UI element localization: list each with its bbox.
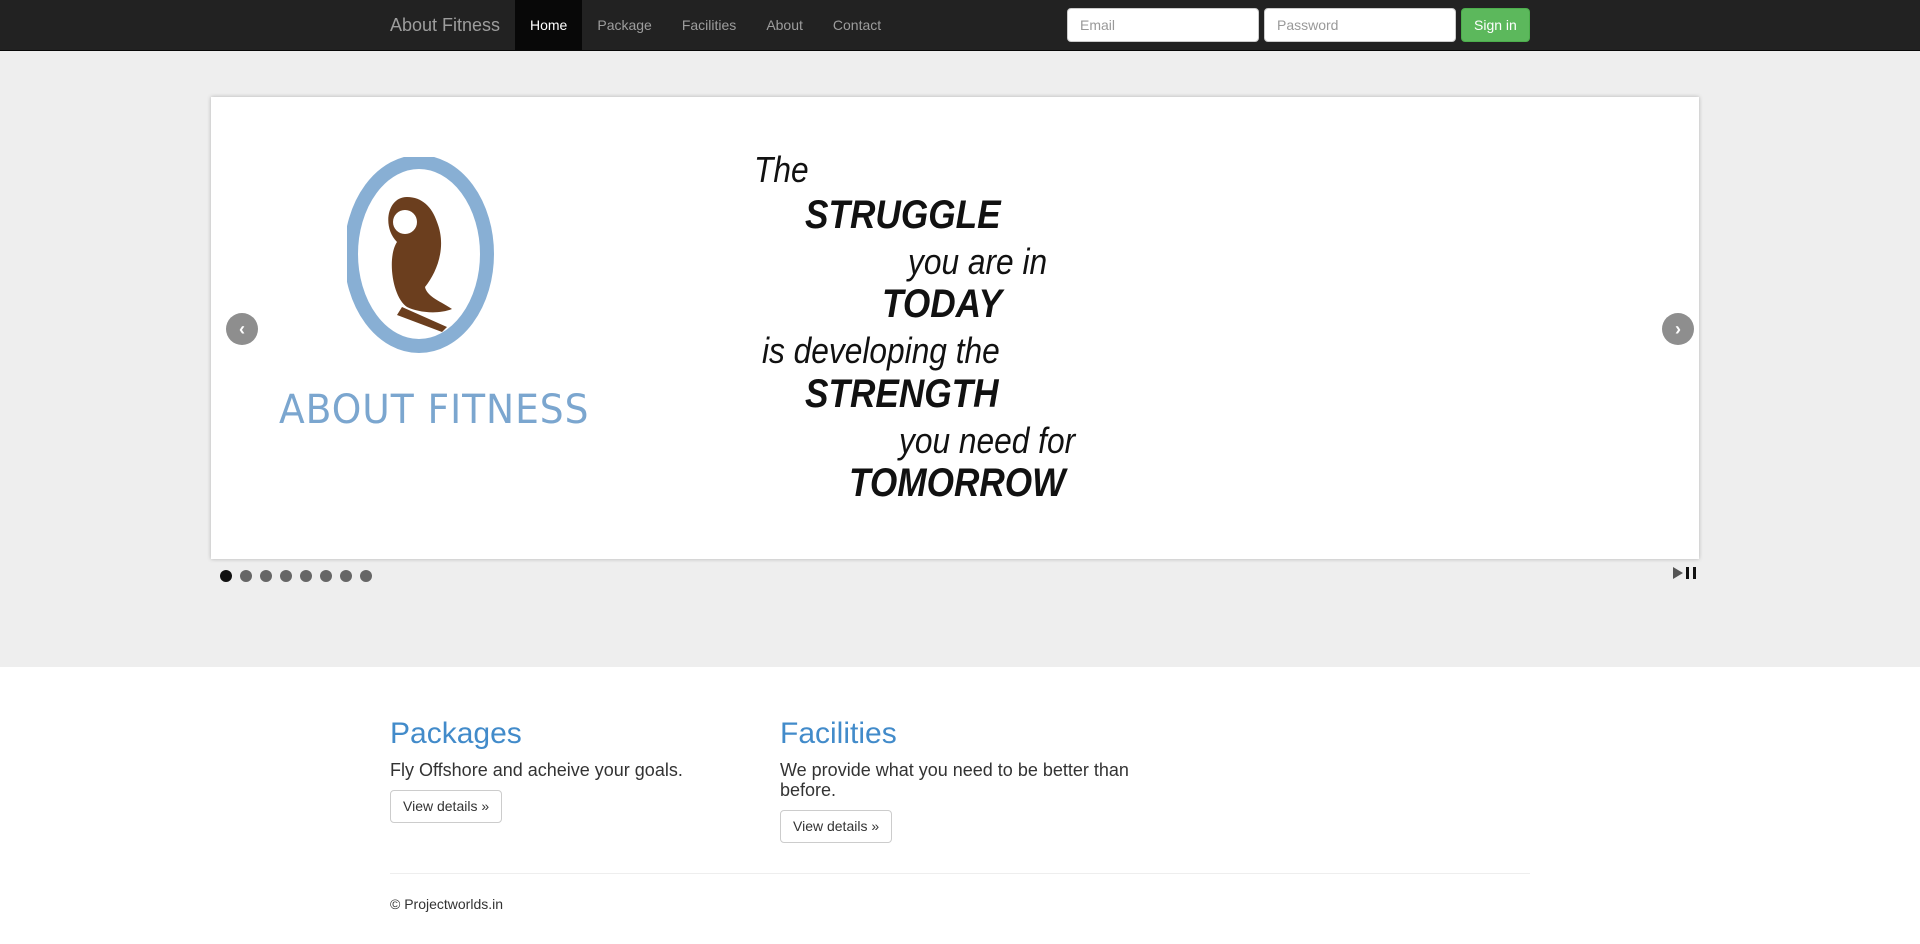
view-details-button[interactable]: View details » — [780, 810, 893, 843]
slider-next-button[interactable]: › — [1662, 313, 1694, 345]
pause-icon[interactable] — [1686, 567, 1696, 579]
nav-item-home[interactable]: Home — [515, 0, 583, 51]
quote-line: you are in — [908, 241, 1048, 282]
slider-prev-button[interactable]: ‹ — [226, 313, 258, 345]
jumbotron: ABOUT FITNESS The STRUGGLE you are in TO… — [0, 51, 1920, 667]
slider-dot[interactable] — [300, 570, 312, 582]
slide-quote: The STRUGGLE you are in TODAY is develop… — [211, 97, 1699, 559]
nav-item-package[interactable]: Package — [582, 0, 666, 51]
image-slider: ABOUT FITNESS The STRUGGLE you are in TO… — [211, 97, 1699, 559]
nav-item-facilities[interactable]: Facilities — [667, 0, 751, 51]
chevron-right-icon: › — [1675, 318, 1681, 339]
quote-line: STRENGTH — [805, 372, 999, 416]
nav-item-contact[interactable]: Contact — [818, 0, 896, 51]
nav-item-about[interactable]: About — [751, 0, 818, 51]
chevron-left-icon: ‹ — [239, 318, 245, 339]
password-field[interactable] — [1264, 8, 1456, 42]
section-heading: Packages — [390, 717, 522, 750]
quote-line: you need for — [899, 420, 1076, 461]
slider-pagination — [220, 570, 372, 582]
signin-button[interactable]: Sign in — [1461, 8, 1530, 42]
signin-form: Sign in — [1067, 8, 1530, 42]
slider-dot[interactable] — [340, 570, 352, 582]
slider-dot[interactable] — [260, 570, 272, 582]
slider-dot[interactable] — [360, 570, 372, 582]
footer-copyright: © Projectworlds.in — [390, 896, 504, 912]
section-text: We provide what you need to be better th… — [780, 760, 1129, 800]
quote-line: TODAY — [882, 282, 1002, 326]
section-heading: Facilities — [780, 717, 897, 750]
slider-playback-controls — [1673, 567, 1696, 579]
play-icon[interactable] — [1673, 567, 1683, 579]
slider-dot[interactable] — [320, 570, 332, 582]
view-details-button[interactable]: View details » — [390, 790, 503, 823]
quote-line: STRUGGLE — [805, 193, 1001, 237]
main-nav: Home Package Facilities About Contact — [515, 0, 896, 51]
email-field[interactable] — [1067, 8, 1259, 42]
section-text: Fly Offshore and acheive your goals. — [390, 760, 683, 780]
brand-link[interactable]: About Fitness — [390, 0, 500, 51]
slider-dot[interactable] — [240, 570, 252, 582]
slider-dot[interactable] — [280, 570, 292, 582]
top-navbar: About Fitness Home Package Facilities Ab… — [0, 0, 1920, 51]
divider — [390, 873, 1530, 874]
facilities-section: Facilities We provide what you need to b… — [780, 716, 1160, 843]
quote-line: TOMORROW — [849, 461, 1066, 505]
quote-line: is developing the — [762, 330, 1000, 371]
slider-dot[interactable] — [220, 570, 232, 582]
quote-line: The — [754, 149, 809, 190]
packages-section: Packages Fly Offshore and acheive your g… — [390, 716, 750, 823]
